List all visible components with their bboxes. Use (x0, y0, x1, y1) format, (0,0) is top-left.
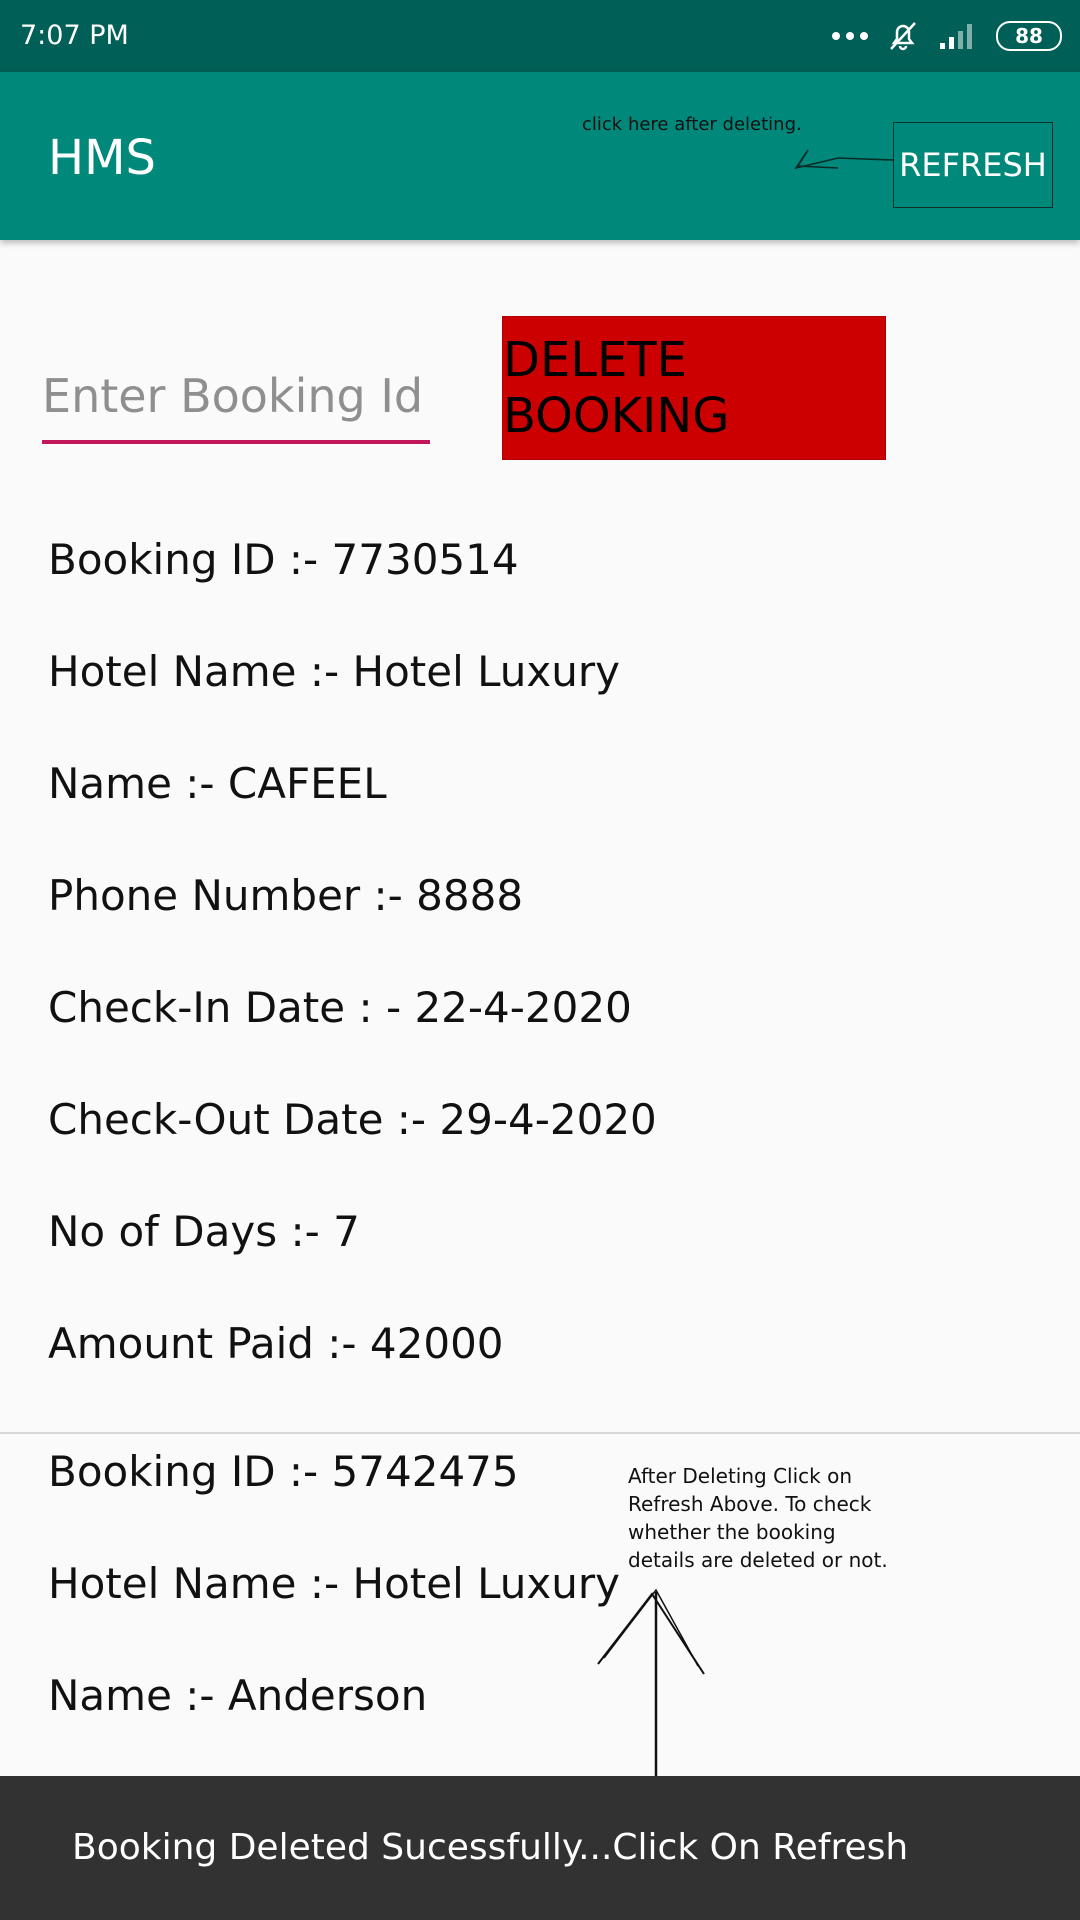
amount-paid-text: Amount Paid :- 42000 (48, 1319, 504, 1368)
status-icons: 88 (832, 18, 1062, 54)
status-bar: 7:07 PM 88 (0, 0, 1080, 72)
refresh-instruction-note: After Deleting Click on Refresh Above. T… (628, 1464, 888, 1572)
snackbar: Booking Deleted Sucessfully...Click On R… (0, 1776, 1080, 1920)
days-count-text: No of Days :- 7 (48, 1207, 360, 1256)
battery-level: 88 (1015, 24, 1043, 48)
check-out-date-text: Check-Out Date :- 29-4-2020 (48, 1095, 657, 1144)
check-in-date-text: Check-In Date : - 22-4-2020 (48, 983, 632, 1032)
refresh-button[interactable]: REFRESH (893, 122, 1053, 208)
hand-drawn-up-arrow-icon (597, 1588, 705, 1786)
app-title: HMS (48, 130, 156, 186)
app-bar: HMS click here after deleting. REFRESH (0, 72, 1080, 240)
phone-number-text: Phone Number :- 8888 (48, 871, 524, 920)
snackbar-message: Booking Deleted Sucessfully...Click On R… (72, 1827, 909, 1868)
hotel-name-text: Hotel Name :- Hotel Luxury (48, 1559, 621, 1608)
booking-id-text: Booking ID :- 7730514 (48, 535, 519, 584)
signal-icon (940, 24, 972, 49)
delete-booking-button[interactable]: DELETE BOOKING (502, 316, 886, 460)
booking-id-input[interactable] (42, 352, 430, 444)
list-divider (0, 1432, 1080, 1434)
delete-booking-label: DELETE BOOKING (503, 332, 730, 444)
guest-name-text: Name :- CAFEEL (48, 759, 387, 808)
bell-off-icon (890, 22, 916, 51)
hand-drawn-arrow-icon (794, 149, 894, 170)
refresh-button-label: REFRESH (899, 146, 1047, 184)
battery-icon: 88 (996, 21, 1062, 51)
hotel-name-text: Hotel Name :- Hotel Luxury (48, 647, 621, 696)
guest-name-text: Name :- Anderson (48, 1671, 428, 1720)
booking-id-text: Booking ID :- 5742475 (48, 1447, 519, 1496)
status-time: 7:07 PM (20, 20, 129, 51)
more-dots-icon (832, 32, 868, 40)
refresh-hint-text: click here after deleting. (582, 114, 802, 135)
